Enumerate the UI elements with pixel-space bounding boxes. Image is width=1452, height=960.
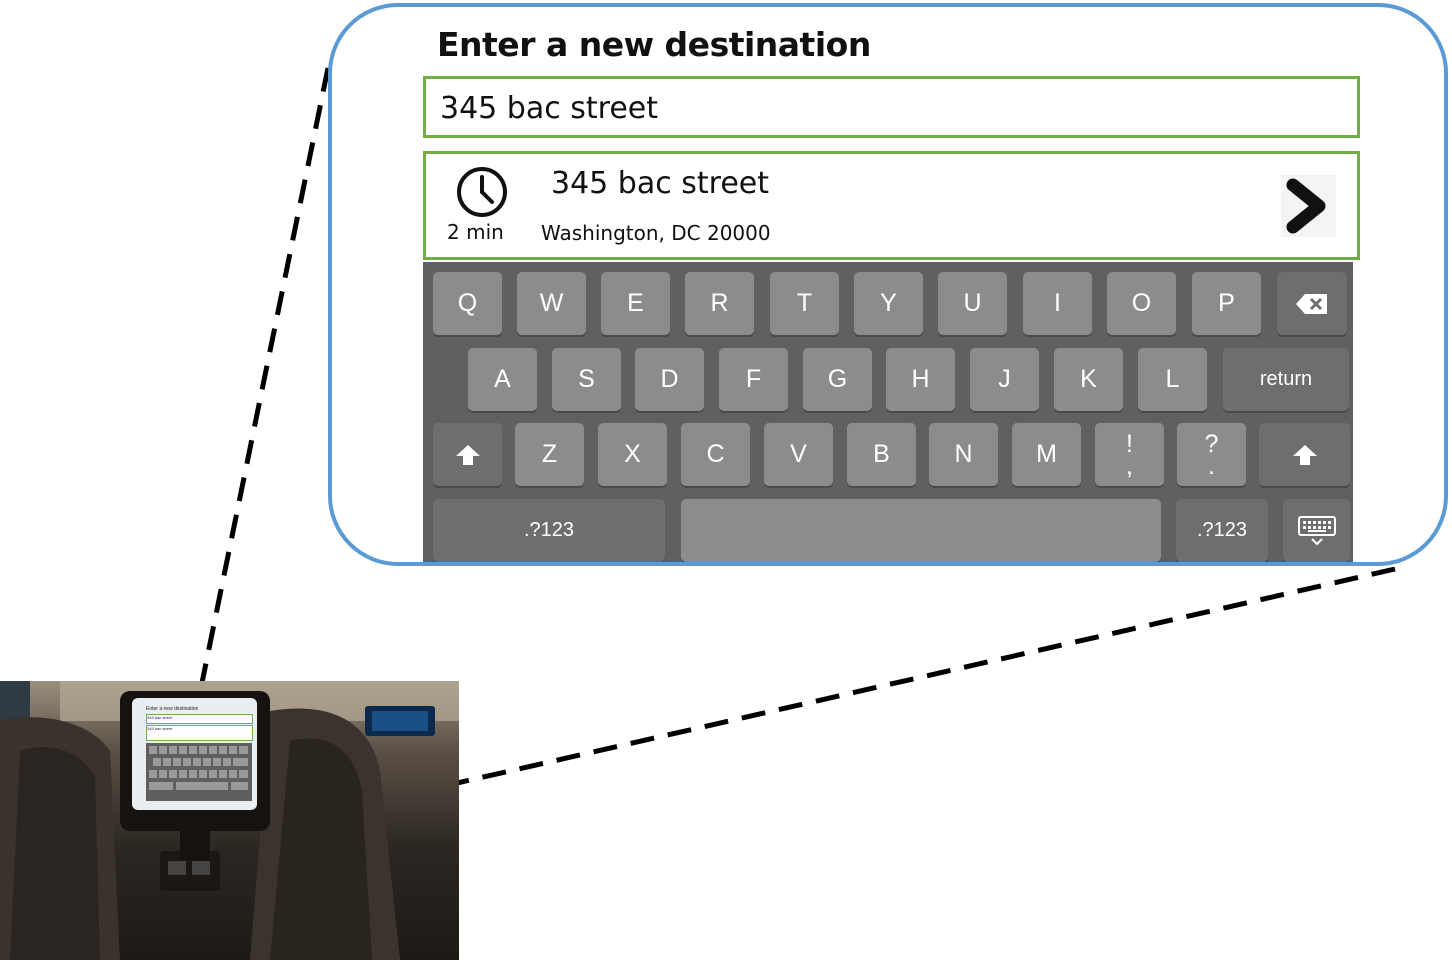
key-z[interactable]: Z xyxy=(515,423,584,486)
mini-destination-input: 345 bac street xyxy=(146,714,253,724)
key-x[interactable]: X xyxy=(598,423,667,486)
chevron-right-icon[interactable] xyxy=(1281,175,1336,237)
car-interior-photo: Enter a new destination 345 bac street 3… xyxy=(0,681,459,960)
shift-key-right[interactable] xyxy=(1259,423,1350,486)
key-r[interactable]: R xyxy=(685,272,754,335)
key-comma-label: , xyxy=(1126,451,1133,480)
backspace-icon xyxy=(1296,293,1327,314)
shift-icon xyxy=(1292,444,1317,465)
key-e[interactable]: E xyxy=(601,272,670,335)
destination-input[interactable]: 345 bac street xyxy=(423,76,1360,138)
symbols-key-right[interactable]: .?123 xyxy=(1176,499,1268,562)
key-question-period[interactable]: ? . xyxy=(1177,423,1246,486)
key-g[interactable]: G xyxy=(803,348,872,411)
key-c[interactable]: C xyxy=(681,423,750,486)
key-f[interactable]: F xyxy=(719,348,788,411)
key-p[interactable]: P xyxy=(1192,272,1261,335)
backspace-key[interactable] xyxy=(1277,272,1347,335)
key-s[interactable]: S xyxy=(552,348,621,411)
clock-icon xyxy=(457,167,507,217)
suggestion-address: Washington, DC 20000 xyxy=(541,221,771,245)
key-m[interactable]: M xyxy=(1012,423,1081,486)
key-v[interactable]: V xyxy=(764,423,833,486)
return-key[interactable]: return xyxy=(1223,348,1349,411)
key-j[interactable]: J xyxy=(970,348,1039,411)
key-b[interactable]: B xyxy=(847,423,916,486)
key-w[interactable]: W xyxy=(517,272,586,335)
shift-key-left[interactable] xyxy=(433,423,502,486)
zoomed-screen-callout: Enter a new destination 345 bac street 2… xyxy=(328,3,1448,566)
key-l[interactable]: L xyxy=(1138,348,1207,411)
key-h[interactable]: H xyxy=(886,348,955,411)
key-q[interactable]: Q xyxy=(433,272,502,335)
key-period-label: . xyxy=(1208,451,1215,480)
page-title: Enter a new destination xyxy=(437,25,871,64)
symbols-key-left[interactable]: .?123 xyxy=(433,499,665,562)
rear-seat-display: Enter a new destination 345 bac street 3… xyxy=(132,698,257,810)
key-i[interactable]: I xyxy=(1023,272,1092,335)
shift-icon xyxy=(455,444,480,465)
mini-screen-title: Enter a new destination xyxy=(146,706,199,712)
key-k[interactable]: K xyxy=(1054,348,1123,411)
key-o[interactable]: O xyxy=(1107,272,1176,335)
travel-time: 2 min xyxy=(447,220,504,244)
hide-keyboard-key[interactable] xyxy=(1283,499,1350,562)
destination-suggestion[interactable]: 2 min 345 bac street Washington, DC 2000… xyxy=(423,151,1360,260)
mini-destination-suggestion: 345 bac street xyxy=(146,725,253,741)
key-u[interactable]: U xyxy=(938,272,1007,335)
key-d[interactable]: D xyxy=(635,348,704,411)
key-n[interactable]: N xyxy=(929,423,998,486)
keyboard-hide-icon xyxy=(1297,515,1336,545)
suggestion-name: 345 bac street xyxy=(551,166,769,201)
key-y[interactable]: Y xyxy=(854,272,923,335)
key-a[interactable]: A xyxy=(468,348,537,411)
mini-keyboard xyxy=(146,743,252,801)
key-t[interactable]: T xyxy=(770,272,839,335)
key-exclamation-comma[interactable]: ! , xyxy=(1095,423,1164,486)
onscreen-keyboard: Q W E R T Y U I O P A S D F G H J K L re… xyxy=(423,262,1353,562)
space-bar[interactable] xyxy=(681,499,1161,562)
